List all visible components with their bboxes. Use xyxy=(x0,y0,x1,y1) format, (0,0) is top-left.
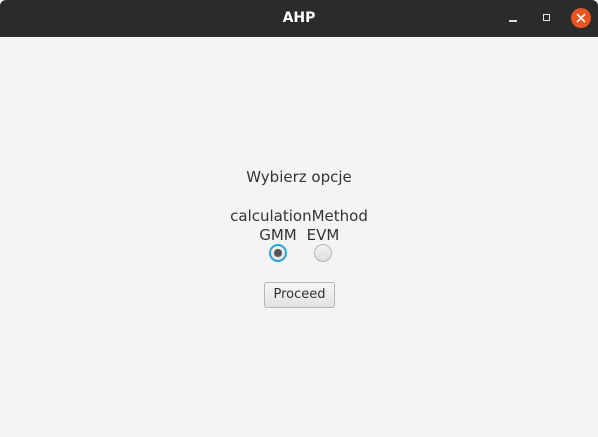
gmm-option-label: GMM xyxy=(259,226,297,244)
proceed-button[interactable]: Proceed xyxy=(264,282,335,308)
close-icon xyxy=(571,8,591,28)
app-window: AHP Wybierz opcje calculationMethod GMM … xyxy=(0,0,598,437)
title-bar[interactable]: AHP xyxy=(0,0,598,37)
page-heading: Wybierz opcje xyxy=(246,168,352,186)
gmm-radio[interactable] xyxy=(269,244,287,262)
radio-selected-dot xyxy=(274,249,282,257)
minimize-button[interactable] xyxy=(503,8,523,28)
minimize-icon xyxy=(509,20,517,22)
calculation-method-label: calculationMethod xyxy=(230,207,368,225)
close-button[interactable] xyxy=(571,8,591,28)
evm-option-label: EVM xyxy=(306,226,340,244)
maximize-button[interactable] xyxy=(537,8,557,28)
main-content: Wybierz opcje calculationMethod GMM EVM … xyxy=(0,37,598,437)
maximize-icon xyxy=(543,14,550,21)
evm-radio[interactable] xyxy=(314,244,332,262)
